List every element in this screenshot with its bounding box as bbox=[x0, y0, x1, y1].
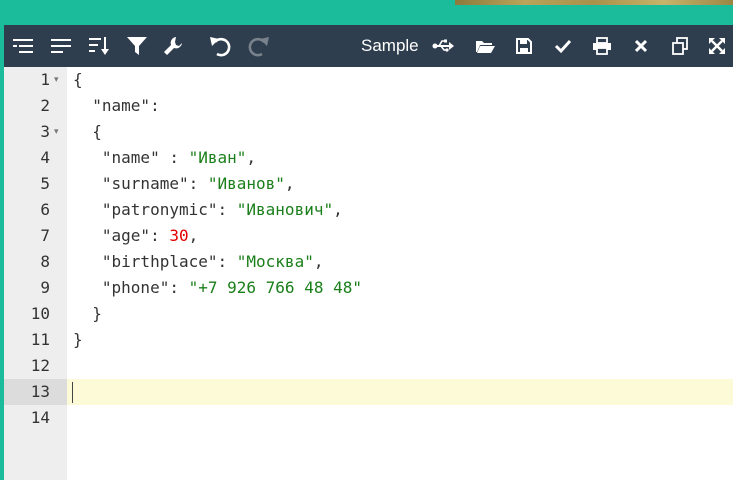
token-punc: : bbox=[188, 174, 208, 193]
compact-icon[interactable] bbox=[48, 33, 74, 59]
token-punc: , bbox=[246, 148, 257, 167]
code-line[interactable]: 5 "surname": "Иванов", bbox=[4, 171, 733, 197]
token-num: 30 bbox=[169, 226, 189, 245]
sample-button[interactable]: Sample bbox=[361, 35, 419, 57]
token-punc: : bbox=[217, 200, 237, 219]
token-punc: } bbox=[73, 330, 83, 349]
background-photo-strip bbox=[455, 0, 733, 5]
token-punc: : bbox=[159, 148, 189, 167]
fold-toggle-icon[interactable]: ▾ bbox=[54, 119, 64, 145]
code-line[interactable]: 14 bbox=[4, 405, 733, 431]
line-number: 12 bbox=[30, 356, 50, 375]
line-number: 13 bbox=[30, 382, 50, 401]
repair-wrench-icon[interactable] bbox=[160, 33, 186, 59]
code-line-text: "name": bbox=[73, 93, 160, 119]
code-line-text: "birthplace": "Москва", bbox=[73, 249, 324, 275]
code-line[interactable]: 7 "age": 30, bbox=[4, 223, 733, 249]
copy-icon[interactable] bbox=[667, 33, 693, 59]
code-line-text: "patronymic": "Иванович", bbox=[73, 197, 343, 223]
line-number: 1 bbox=[40, 70, 50, 89]
token-punc: : bbox=[150, 226, 170, 245]
token-key: "name" bbox=[73, 148, 160, 167]
print-icon[interactable] bbox=[589, 33, 615, 59]
code-line[interactable]: 2 "name": bbox=[4, 93, 733, 119]
line-number: 6 bbox=[40, 200, 50, 219]
code-line-text: "name" : "Иван", bbox=[73, 145, 256, 171]
code-line[interactable]: 9 "phone": "+7 926 766 48 48" bbox=[4, 275, 733, 301]
filter-icon[interactable] bbox=[124, 33, 150, 59]
save-icon[interactable] bbox=[511, 33, 537, 59]
token-str: "+7 926 766 48 48" bbox=[188, 278, 362, 297]
line-number: 10 bbox=[30, 304, 50, 323]
token-punc: : bbox=[169, 278, 189, 297]
fullscreen-icon[interactable] bbox=[704, 33, 730, 59]
open-folder-icon[interactable] bbox=[472, 33, 498, 59]
token-punc: : bbox=[217, 252, 237, 271]
fold-toggle-icon[interactable]: ▾ bbox=[54, 67, 64, 93]
line-number: 9 bbox=[40, 278, 50, 297]
redo-icon[interactable] bbox=[246, 33, 272, 59]
code-line[interactable]: 1 ▾ { bbox=[4, 67, 733, 93]
code-line-text: "phone": "+7 926 766 48 48" bbox=[73, 275, 362, 301]
code-line[interactable]: 12 bbox=[4, 353, 733, 379]
code-line[interactable]: 11} bbox=[4, 327, 733, 353]
line-number: 3 bbox=[40, 122, 50, 141]
code-line[interactable]: 6 "patronymic": "Иванович", bbox=[4, 197, 733, 223]
code-line[interactable]: 13 bbox=[4, 379, 733, 405]
token-punc: , bbox=[284, 174, 295, 193]
code-line-text: { bbox=[73, 67, 83, 93]
check-icon[interactable] bbox=[550, 33, 576, 59]
editor-toolbar: Sample bbox=[4, 25, 733, 67]
token-key: "surname" bbox=[73, 174, 189, 193]
token-str: "Москва" bbox=[236, 252, 314, 271]
token-punc: { bbox=[73, 122, 102, 141]
code-line[interactable]: 4 "name" : "Иван", bbox=[4, 145, 733, 171]
token-str: "Иванович" bbox=[236, 200, 334, 219]
code-line[interactable]: 3 ▾ { bbox=[4, 119, 733, 145]
token-key: "name" bbox=[73, 96, 151, 115]
line-number: 2 bbox=[40, 96, 50, 115]
token-key: "age" bbox=[73, 226, 151, 245]
token-str: "Иванов" bbox=[207, 174, 285, 193]
close-icon[interactable] bbox=[628, 33, 654, 59]
token-punc: { bbox=[73, 70, 83, 89]
line-number: 8 bbox=[40, 252, 50, 271]
code-line-text: "age": 30, bbox=[73, 223, 198, 249]
token-key: "phone" bbox=[73, 278, 170, 297]
token-punc: , bbox=[313, 252, 324, 271]
code-line-text: { bbox=[73, 119, 102, 145]
line-number: 4 bbox=[40, 148, 50, 167]
sort-icon[interactable] bbox=[86, 33, 112, 59]
token-punc: , bbox=[188, 226, 199, 245]
token-str: "Иван" bbox=[188, 148, 247, 167]
code-line[interactable]: 10 } bbox=[4, 301, 733, 327]
line-number: 11 bbox=[30, 330, 50, 349]
token-key: "birthplace" bbox=[73, 252, 218, 271]
format-indent-icon[interactable] bbox=[10, 33, 36, 59]
line-number: 14 bbox=[30, 408, 50, 427]
code-line-text: } bbox=[73, 327, 83, 353]
token-punc: , bbox=[333, 200, 343, 219]
json-editor: Sample 1 ▾ {2 "name": 3 ▾ {4 "name": … bbox=[4, 25, 733, 480]
token-key: "patronymic" bbox=[73, 200, 218, 219]
token-punc: : bbox=[150, 96, 160, 115]
usb-icon[interactable] bbox=[430, 33, 456, 59]
line-number: 7 bbox=[40, 226, 50, 245]
line-number: 5 bbox=[40, 174, 50, 193]
code-line[interactable]: 8 "birthplace": "Москва", bbox=[4, 249, 733, 275]
undo-icon[interactable] bbox=[207, 33, 233, 59]
token-punc: } bbox=[73, 304, 102, 323]
code-line-text: } bbox=[73, 301, 102, 327]
code-line-text: "surname": "Иванов", bbox=[73, 171, 295, 197]
